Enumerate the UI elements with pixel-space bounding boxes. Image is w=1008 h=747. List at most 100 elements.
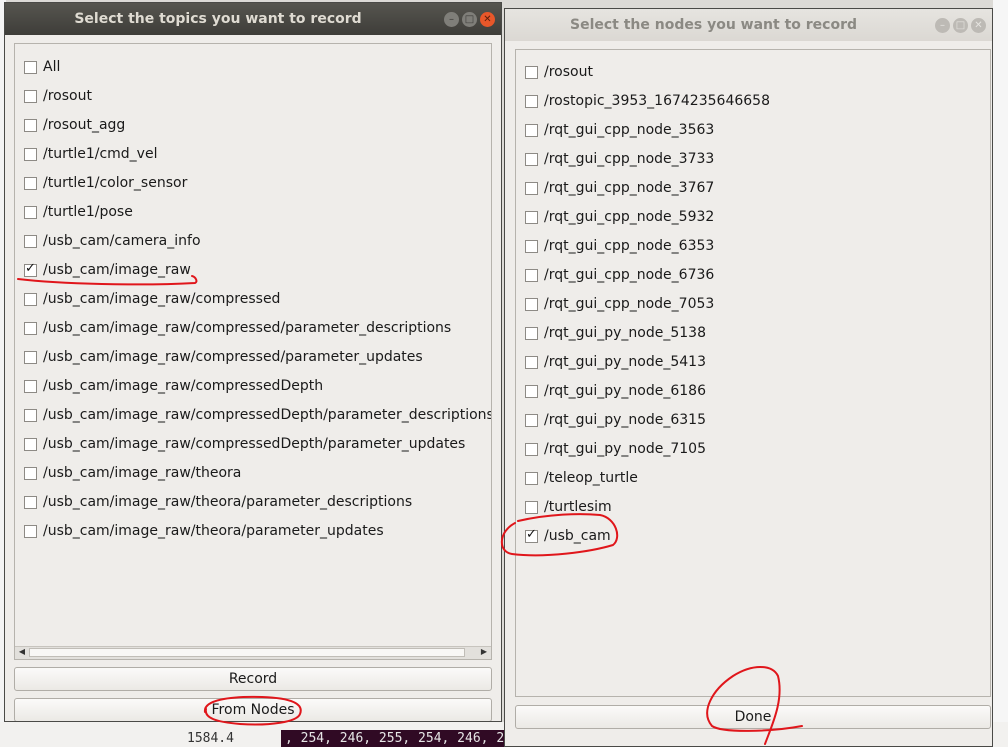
list-item[interactable]: /rqt_gui_cpp_node_3733 — [525, 148, 714, 170]
checkbox[interactable] — [24, 147, 37, 161]
checkbox[interactable] — [24, 234, 37, 248]
list-item[interactable]: /usb_cam — [525, 525, 611, 547]
list-item[interactable]: /rqt_gui_py_node_6315 — [525, 409, 706, 431]
list-item-label: /usb_cam/image_raw/compressed/parameter_… — [43, 320, 452, 336]
list-item[interactable]: /rqt_gui_cpp_node_6353 — [525, 235, 714, 257]
list-item[interactable]: /usb_cam/image_raw/compressed — [24, 288, 280, 310]
checkbox[interactable] — [525, 326, 538, 340]
list-item[interactable]: /usb_cam/image_raw — [24, 259, 191, 281]
list-item[interactable]: /rqt_gui_cpp_node_5932 — [525, 206, 714, 228]
checkbox-checked[interactable] — [24, 261, 37, 277]
list-item-label: /usb_cam/image_raw/compressedDepth/param… — [43, 407, 492, 423]
list-item[interactable]: /rosout_agg — [24, 114, 125, 136]
checkbox[interactable] — [525, 500, 538, 514]
list-item[interactable]: /rqt_gui_cpp_node_6736 — [525, 264, 714, 286]
list-item[interactable]: /rqt_gui_py_node_7105 — [525, 438, 706, 460]
list-item-label: /teleop_turtle — [544, 470, 638, 486]
checkbox[interactable] — [24, 118, 37, 132]
background-number: 1584.4 — [187, 731, 234, 746]
list-item-label: /usb_cam/image_raw/theora — [43, 465, 242, 481]
checkbox[interactable] — [525, 65, 538, 79]
list-item-label: /usb_cam/image_raw/compressed/parameter_… — [43, 349, 423, 365]
checkbox[interactable] — [24, 176, 37, 190]
list-item[interactable]: /turtlesim — [525, 496, 612, 518]
checkbox[interactable] — [24, 292, 37, 306]
nodes-list[interactable]: /rosout/rostopic_3953_1674235646658/rqt_… — [515, 49, 991, 697]
list-item[interactable]: /rqt_gui_cpp_node_3767 — [525, 177, 714, 199]
list-item[interactable]: /turtle1/pose — [24, 201, 133, 223]
scrollbar-thumb[interactable] — [29, 648, 465, 657]
list-item[interactable]: /rostopic_3953_1674235646658 — [525, 90, 770, 112]
checkbox[interactable] — [24, 379, 37, 393]
checkbox-checked[interactable] — [525, 527, 538, 543]
list-item[interactable]: /rqt_gui_cpp_node_3563 — [525, 119, 714, 141]
list-item-label: /turtle1/pose — [43, 204, 133, 220]
list-item-label: /turtle1/color_sensor — [43, 175, 188, 191]
list-item[interactable]: /turtle1/color_sensor — [24, 172, 187, 194]
nodes-dialog-title: Select the nodes you want to record — [570, 17, 857, 33]
list-item[interactable]: /teleop_turtle — [525, 467, 638, 489]
checkbox[interactable] — [525, 268, 538, 282]
checkbox[interactable] — [525, 123, 538, 137]
list-item[interactable]: /turtle1/cmd_vel — [24, 143, 157, 165]
list-item-label: /usb_cam — [544, 528, 611, 544]
checkbox[interactable] — [525, 210, 538, 224]
checkbox[interactable] — [24, 205, 37, 219]
checkbox[interactable] — [525, 384, 538, 398]
list-item[interactable]: /rqt_gui_cpp_node_7053 — [525, 293, 714, 315]
checkbox[interactable] — [525, 413, 538, 427]
list-item[interactable]: /rqt_gui_py_node_5138 — [525, 322, 706, 344]
list-item[interactable]: /usb_cam/image_raw/compressedDepth/param… — [24, 404, 492, 426]
list-item-label: /rosout_agg — [43, 117, 126, 133]
topics-list[interactable]: ◀ ▶ All/rosout/rosout_agg/turtle1/cmd_ve… — [14, 43, 492, 660]
list-item[interactable]: /usb_cam/camera_info — [24, 230, 201, 252]
checkbox[interactable] — [525, 471, 538, 485]
checkbox[interactable] — [525, 152, 538, 166]
checkbox[interactable] — [24, 89, 37, 103]
done-button[interactable]: Done — [515, 705, 991, 729]
checkbox[interactable] — [24, 321, 37, 335]
checkbox[interactable] — [525, 94, 538, 108]
nodes-titlebar[interactable]: Select the nodes you want to record – □ … — [505, 9, 992, 41]
list-item[interactable]: /usb_cam/image_raw/theora — [24, 462, 241, 484]
record-button[interactable]: Record — [14, 667, 492, 691]
list-item[interactable]: /rqt_gui_py_node_6186 — [525, 380, 706, 402]
list-item-label: /rqt_gui_py_node_6186 — [544, 383, 706, 399]
list-item[interactable]: /usb_cam/image_raw/theora/parameter_upda… — [24, 520, 384, 542]
list-item[interactable]: /rosout — [24, 85, 92, 107]
from-nodes-button[interactable]: From Nodes — [14, 698, 492, 721]
topics-titlebar[interactable]: Select the topics you want to record – □… — [5, 3, 501, 35]
checkbox[interactable] — [525, 239, 538, 253]
checkbox[interactable] — [525, 355, 538, 369]
checkbox[interactable] — [24, 466, 37, 480]
horizontal-scrollbar[interactable]: ◀ ▶ — [15, 646, 491, 659]
list-item[interactable]: All — [24, 56, 60, 78]
list-item[interactable]: /usb_cam/image_raw/theora/parameter_desc… — [24, 491, 412, 513]
list-item[interactable]: /rosout — [525, 61, 593, 83]
list-item[interactable]: /usb_cam/image_raw/compressed/parameter_… — [24, 346, 423, 368]
close-icon[interactable]: ✕ — [971, 18, 986, 33]
checkbox[interactable] — [525, 442, 538, 456]
checkbox[interactable] — [24, 524, 37, 538]
list-item-label: /usb_cam/image_raw/theora/parameter_desc… — [43, 494, 413, 510]
list-item-label: /rqt_gui_cpp_node_3733 — [544, 151, 715, 167]
list-item-label: /turtlesim — [544, 499, 612, 515]
checkbox[interactable] — [24, 437, 37, 451]
checkbox[interactable] — [24, 350, 37, 364]
list-item[interactable]: /usb_cam/image_raw/compressedDepth — [24, 375, 323, 397]
checkbox[interactable] — [24, 408, 37, 422]
scroll-left-icon[interactable]: ◀ — [16, 646, 28, 658]
list-item[interactable]: /usb_cam/image_raw/compressedDepth/param… — [24, 433, 465, 455]
checkbox[interactable] — [24, 60, 37, 74]
list-item[interactable]: /rqt_gui_py_node_5413 — [525, 351, 706, 373]
scroll-right-icon[interactable]: ▶ — [478, 646, 490, 658]
maximize-icon[interactable]: □ — [953, 18, 968, 33]
maximize-icon[interactable]: □ — [462, 12, 477, 27]
checkbox[interactable] — [525, 181, 538, 195]
list-item[interactable]: /usb_cam/image_raw/compressed/parameter_… — [24, 317, 451, 339]
checkbox[interactable] — [525, 297, 538, 311]
minimize-icon[interactable]: – — [444, 12, 459, 27]
close-icon[interactable]: ✕ — [480, 12, 495, 27]
checkbox[interactable] — [24, 495, 37, 509]
minimize-icon[interactable]: – — [935, 18, 950, 33]
